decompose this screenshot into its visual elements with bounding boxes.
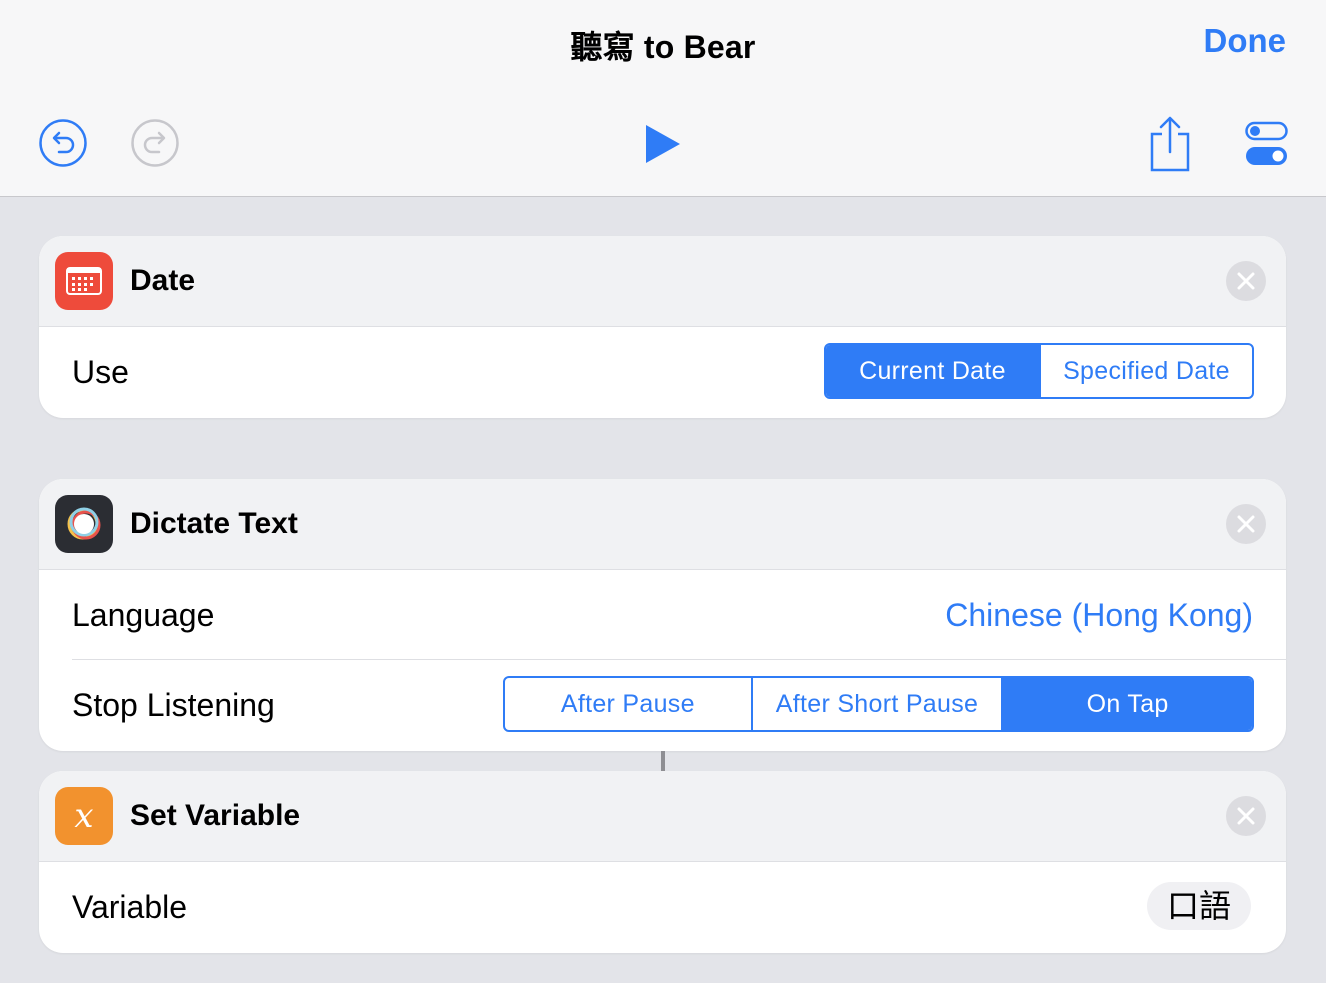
dictation-icon: [55, 495, 113, 553]
segment-after-pause[interactable]: After Pause: [505, 678, 751, 730]
use-row: Use Current Date Specified Date: [39, 327, 1286, 417]
close-icon: [1237, 807, 1255, 825]
action-title: Dictate Text: [130, 507, 298, 540]
language-row[interactable]: Language Chinese (Hong Kong): [39, 570, 1286, 660]
redo-icon[interactable]: [130, 118, 180, 168]
calendar-icon: [55, 252, 113, 310]
variable-name-token[interactable]: 口語: [1146, 882, 1251, 930]
date-action-header: Date: [39, 236, 1286, 327]
stop-listening-row: Stop Listening After Pause After Short P…: [39, 660, 1286, 750]
variable-row: Variable 口語: [39, 862, 1286, 952]
remove-action-button[interactable]: [1226, 261, 1266, 301]
dictate-text-action-header: Dictate Text: [39, 479, 1286, 570]
close-icon: [1237, 515, 1255, 533]
done-button[interactable]: Done: [1204, 22, 1287, 60]
stop-listening-label: Stop Listening: [72, 687, 275, 723]
segment-after-short-pause[interactable]: After Short Pause: [750, 678, 1002, 730]
use-segmented-control: Current Date Specified Date: [824, 343, 1254, 399]
use-label: Use: [72, 354, 129, 390]
segment-current-date[interactable]: Current Date: [826, 345, 1039, 397]
remove-action-button[interactable]: [1226, 504, 1266, 544]
svg-text:x: x: [74, 796, 93, 836]
set-variable-action-header: x Set Variable: [39, 771, 1286, 862]
shortcut-title: 聽寫 to Bear: [570, 29, 756, 65]
close-icon: [1237, 272, 1255, 290]
settings-toggle-icon[interactable]: [1245, 121, 1289, 167]
undo-icon[interactable]: [38, 118, 88, 168]
variable-icon: x: [55, 787, 113, 845]
date-action-card: Date Use Current Date Specified Date: [39, 236, 1286, 418]
variable-label: Variable: [72, 889, 188, 925]
toolbar: 聽寫 to Bear Done: [0, 0, 1326, 197]
action-title: Set Variable: [130, 799, 301, 832]
play-icon[interactable]: [644, 124, 682, 164]
language-label: Language: [72, 597, 215, 633]
remove-action-button[interactable]: [1226, 796, 1266, 836]
language-value[interactable]: Chinese (Hong Kong): [945, 570, 1253, 660]
stop-listening-segmented-control: After Pause After Short Pause On Tap: [503, 676, 1254, 732]
segment-specified-date[interactable]: Specified Date: [1038, 345, 1252, 397]
action-connector: [661, 751, 665, 771]
dictate-text-action-card: Dictate Text Language Chinese (Hong Kong…: [39, 479, 1286, 751]
segment-on-tap[interactable]: On Tap: [1001, 678, 1252, 730]
share-icon[interactable]: [1148, 116, 1192, 172]
set-variable-action-card: x Set Variable Variable 口語: [39, 771, 1286, 953]
action-title: Date: [130, 264, 196, 297]
